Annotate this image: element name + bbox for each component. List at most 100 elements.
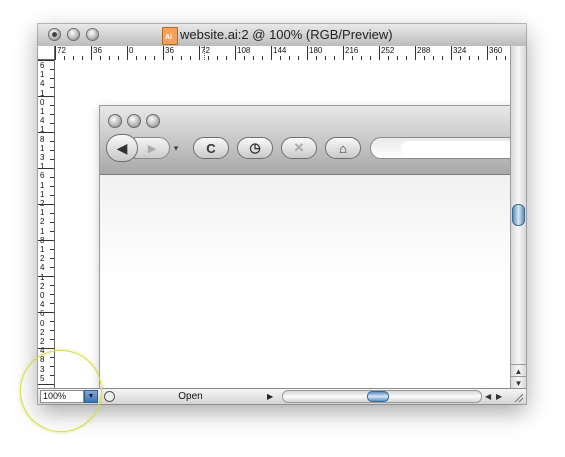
browser-window-mockup[interactable]: ▶ ◀ ▾ C ◷ ✕ ⌂ (100, 106, 510, 388)
ruler-tick (38, 168, 54, 169)
ruler-tick (50, 213, 54, 214)
home-button[interactable]: ⌂ (325, 137, 361, 159)
vertical-scroll-thumb[interactable] (512, 204, 525, 226)
status-clock-icon (104, 391, 115, 402)
scroll-left-arrow-icon[interactable]: ◀ (485, 391, 491, 403)
status-text[interactable]: Open (118, 391, 263, 403)
status-menu-arrow-icon[interactable]: ▶ (267, 391, 273, 403)
forward-button[interactable]: ▶ (134, 137, 170, 159)
ruler-tick (50, 150, 54, 151)
ruler-tick (50, 114, 54, 115)
vertical-ruler-digit: 1 (40, 107, 45, 116)
history-dropdown-button[interactable]: ▾ (170, 140, 182, 156)
ruler-tick (50, 222, 54, 223)
vertical-ruler-digit: 6 (40, 171, 45, 181)
ruler-label: 36 (93, 46, 102, 55)
ruler-tick (50, 195, 54, 196)
vertical-ruler-digit: 1 (40, 226, 45, 236)
history-button[interactable]: ◷ (237, 137, 273, 159)
ruler-tick (50, 231, 54, 232)
browser-zoom-button[interactable] (146, 114, 160, 128)
ruler-tick (50, 159, 54, 160)
horizontal-scrollbar[interactable] (282, 390, 482, 403)
back-button[interactable]: ◀ (106, 134, 138, 162)
ruler-label: 252 (381, 46, 395, 55)
resize-grip-icon[interactable] (512, 391, 524, 403)
reload-icon: C (206, 140, 216, 156)
horizontal-ruler[interactable]: 72 36 0 36 72 108 144 180 216 252 288 324 360 (55, 46, 510, 61)
horizontal-scroll-thumb[interactable] (367, 391, 389, 402)
ruler-tick (38, 204, 54, 205)
scroll-right-arrow-icon[interactable]: ▶ (496, 391, 502, 403)
ruler-major-tick (91, 46, 92, 60)
document-icon: Ai (162, 27, 178, 45)
artboard-canvas[interactable]: ▶ ◀ ▾ C ◷ ✕ ⌂ (55, 60, 510, 388)
stop-button[interactable]: ✕ (281, 137, 317, 159)
vertical-ruler-digit: 4 (40, 263, 45, 273)
ruler-major-tick (127, 46, 128, 60)
ruler-tick (50, 141, 54, 142)
ruler-tick (38, 348, 54, 349)
title-bar[interactable]: Ai website.ai:2 @ 100% (RGB/Preview) (38, 24, 526, 47)
address-bar[interactable] (370, 137, 510, 159)
vertical-scrollbar[interactable]: ▲ ▼ (510, 46, 526, 388)
back-arrow-icon: ◀ (116, 139, 128, 156)
ruler-tick (50, 303, 54, 304)
close-window-button[interactable] (48, 28, 61, 41)
zoom-window-button[interactable] (86, 28, 99, 41)
ruler-tick (38, 96, 54, 97)
ruler-tick (50, 321, 54, 322)
ruler-label: 288 (417, 46, 431, 55)
ruler-major-tick (235, 46, 236, 60)
ruler-tick (38, 60, 54, 61)
ruler-tick (50, 249, 54, 250)
browser-minimize-button[interactable] (127, 114, 141, 128)
ruler-label: 108 (237, 46, 251, 55)
ruler-label: 180 (309, 46, 323, 55)
highlight-circle (20, 350, 102, 432)
vertical-ruler-digit: 4 (40, 79, 45, 89)
address-input[interactable] (401, 141, 510, 155)
ruler-tick (50, 177, 54, 178)
minimize-window-button[interactable] (67, 28, 80, 41)
vertical-ruler-digit: 0 (40, 318, 45, 328)
vertical-ruler-digit: 8 (40, 134, 45, 144)
ruler-tick (38, 132, 54, 133)
vertical-ruler-digit: 0 (40, 291, 45, 300)
stop-icon: ✕ (293, 140, 305, 155)
ruler-tick (50, 186, 54, 187)
vertical-ruler-digit: 1 (40, 125, 45, 135)
illustrator-document-window: Ai website.ai:2 @ 100% (RGB/Preview) 72 3… (38, 24, 526, 404)
ruler-tick (50, 330, 54, 331)
ruler-tick (50, 294, 54, 295)
ruler-tick (50, 69, 54, 70)
ruler-major-tick (451, 46, 452, 60)
vertical-ruler-digit: 1 (40, 143, 45, 153)
ruler-label: 324 (453, 46, 467, 55)
ruler-guide-marker (204, 46, 206, 60)
ruler-major-tick (487, 46, 488, 60)
document-icon-label: Ai (165, 34, 172, 41)
back-forward-group: ▶ ◀ ▾ (106, 134, 184, 162)
vertical-ruler-digit: 1 (40, 180, 45, 190)
ruler-major-tick (199, 46, 200, 60)
reload-button[interactable]: C (193, 137, 229, 159)
vertical-ruler-digit: 2 (40, 254, 45, 264)
ruler-major-tick (415, 46, 416, 60)
ruler-origin[interactable] (38, 46, 55, 60)
vertical-ruler-digit: 2 (40, 327, 45, 337)
ruler-major-tick (343, 46, 344, 60)
vertical-ruler[interactable]: 61410141813161121218124120460224835 (38, 60, 55, 388)
vertical-ruler-digit: 1 (40, 208, 45, 218)
ruler-major-tick (163, 46, 164, 60)
ruler-major-tick (55, 46, 56, 60)
ruler-tick (50, 339, 54, 340)
ruler-label: 144 (273, 46, 287, 55)
ruler-tick (38, 240, 54, 241)
browser-close-button[interactable] (108, 114, 122, 128)
ruler-major-tick (307, 46, 308, 60)
vertical-ruler-digit: 4 (40, 116, 45, 126)
ruler-tick (50, 123, 54, 124)
vertical-ruler-digit: 2 (40, 281, 45, 291)
vertical-ruler-digit: 1 (40, 189, 45, 199)
